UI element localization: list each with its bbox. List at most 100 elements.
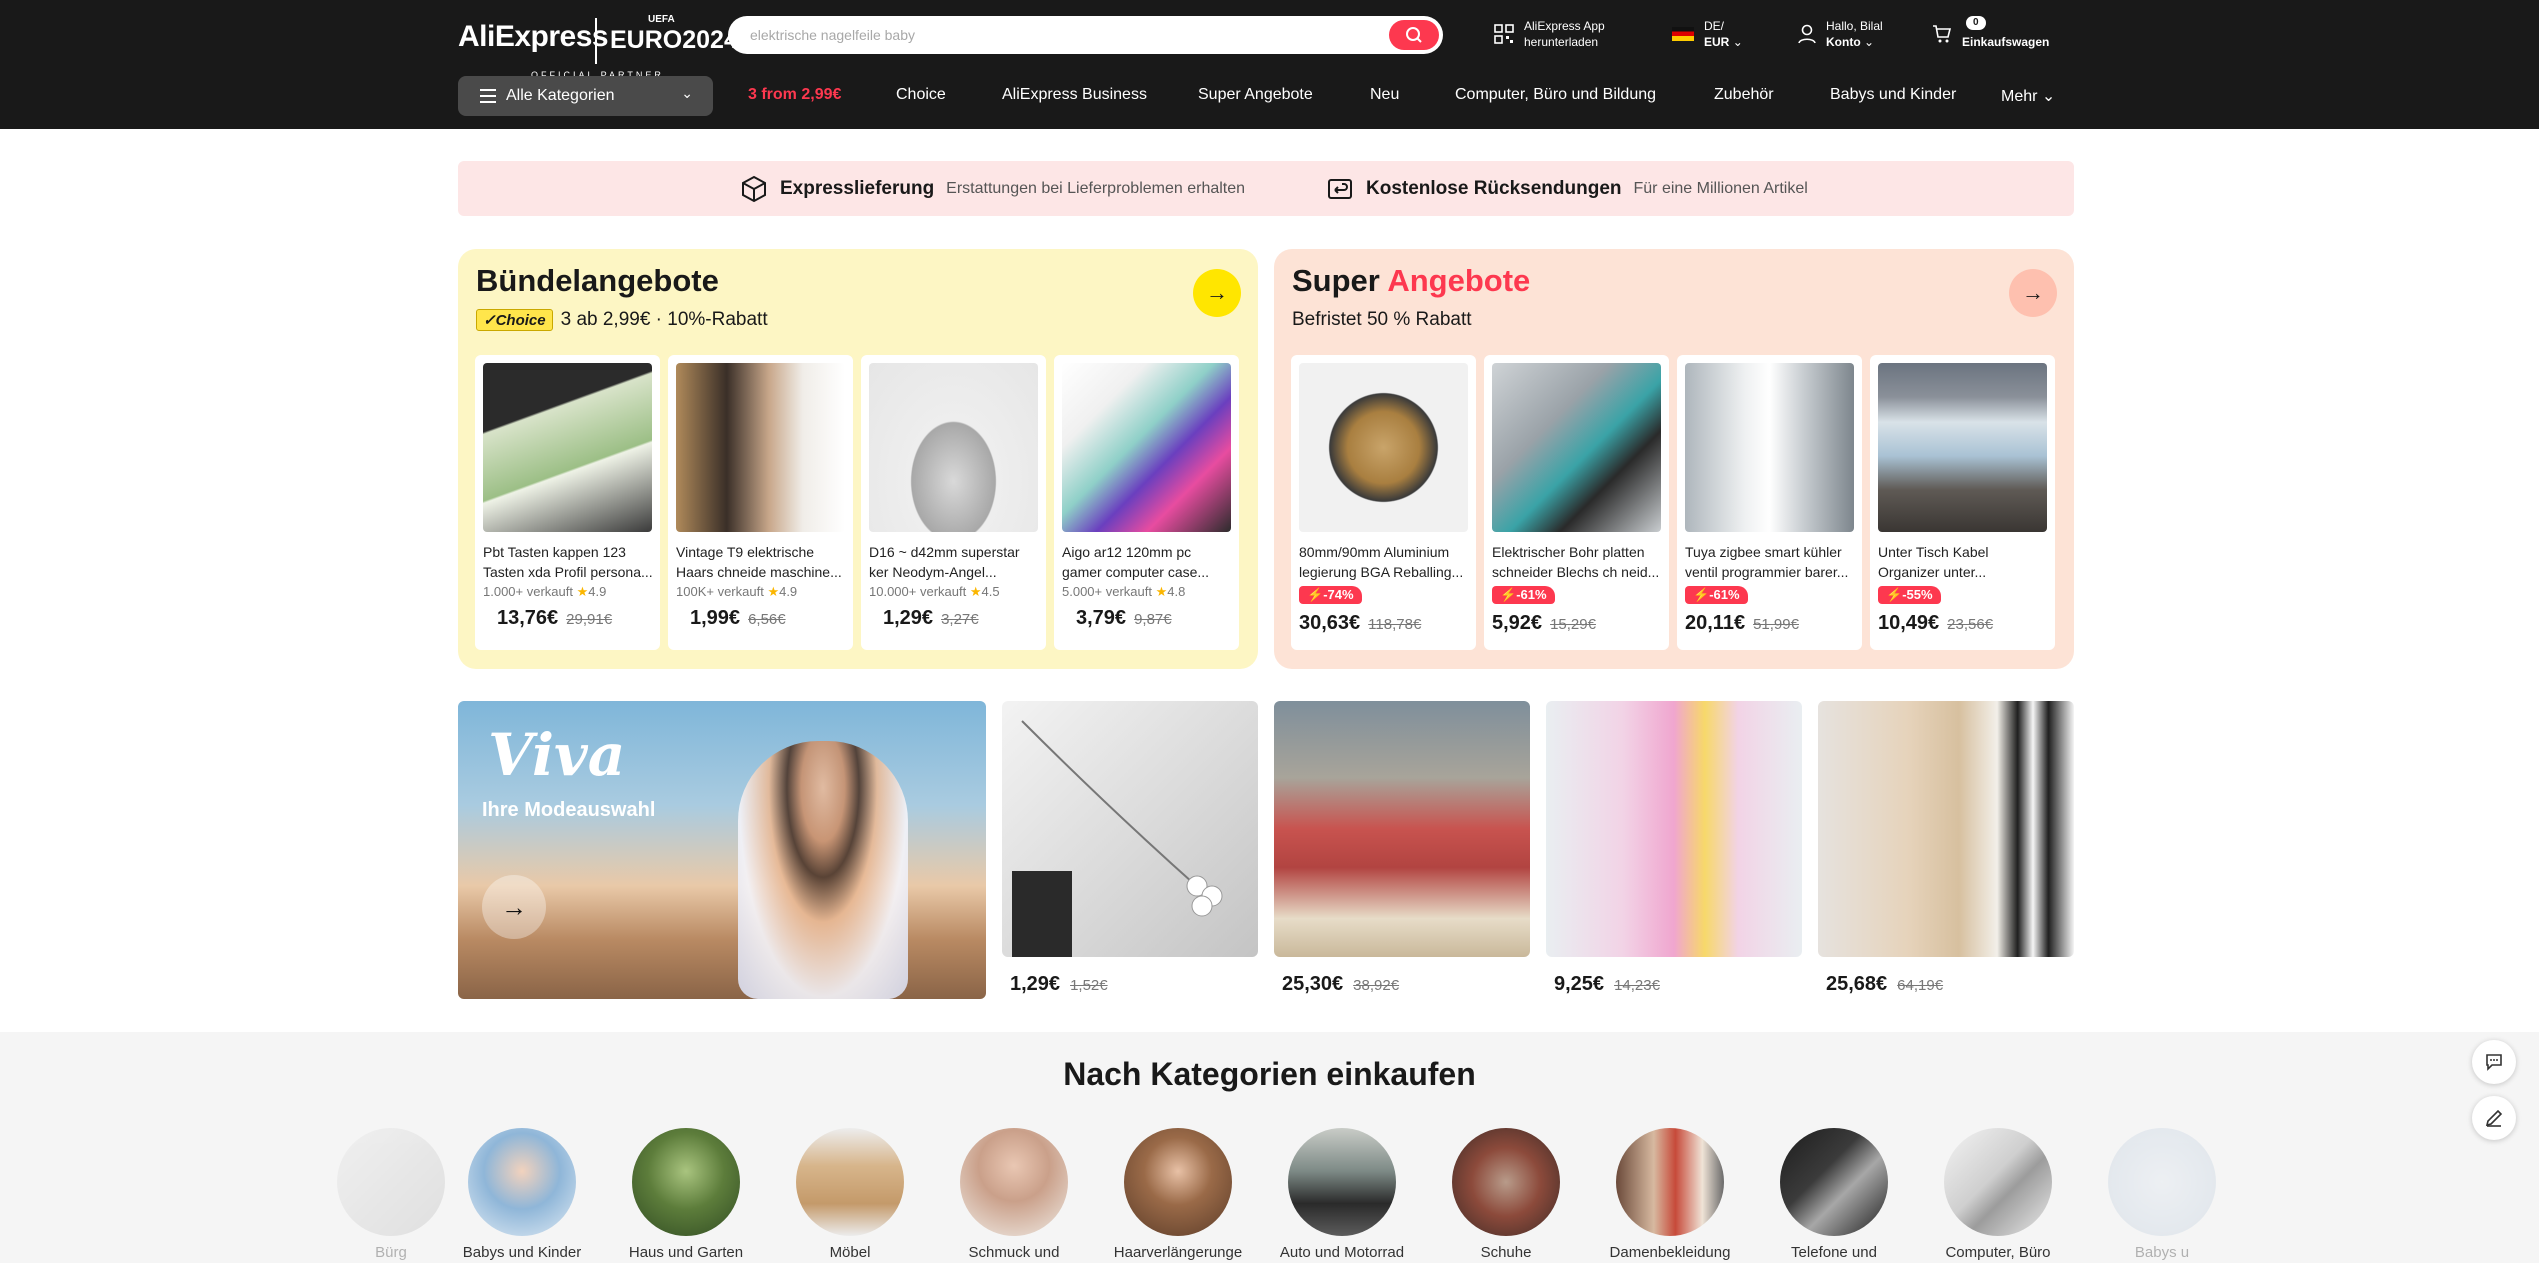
- bundle-product[interactable]: Pbt Tasten kappen 123 Tasten xda Profil …: [475, 355, 660, 650]
- product-image-keycaps: [483, 363, 652, 532]
- discount-value: -55%: [1902, 587, 1933, 602]
- category-image: [960, 1128, 1068, 1236]
- product-name: Aigo ar12 120mm pc gamer computer case..…: [1062, 544, 1210, 580]
- nav-link-babys[interactable]: Babys und Kinder: [1830, 86, 1956, 104]
- category-computer-partial[interactable]: Bürg: [316, 1128, 466, 1261]
- arrow-right-icon: →: [2022, 280, 2044, 305]
- aliexpress-logo[interactable]: AliExpress UEFA EURO2024 OFFICIAL PARTNE…: [458, 14, 738, 80]
- product-meta: 100K+ verkauft ★4.9: [676, 584, 797, 600]
- viva-arrow-button[interactable]: →: [482, 875, 546, 939]
- fashion-item[interactable]: 9,25€ 14,23€: [1546, 701, 1802, 996]
- bundle-arrow-button[interactable]: →: [1193, 269, 1241, 317]
- product-rating: 4.8: [1167, 584, 1186, 599]
- price-now: 25,68€: [1826, 973, 1888, 995]
- uefa-text: UEFA: [648, 14, 675, 25]
- price-now: 1,99€: [676, 605, 740, 633]
- category-schmuck[interactable]: Schmuck und: [939, 1128, 1089, 1261]
- nav-link-choice[interactable]: Choice: [896, 86, 946, 104]
- chat-button[interactable]: [2472, 1040, 2516, 1084]
- app-line2: herunterladen: [1524, 35, 1599, 49]
- service-strip: Expresslieferung Erstattungen bei Liefer…: [458, 161, 2074, 216]
- price-now: 5,92€: [1492, 612, 1543, 634]
- category-damenbekleidung[interactable]: Damenbekleidung: [1595, 1128, 1745, 1261]
- cart-label: Einkaufswagen: [1962, 35, 2050, 49]
- discount-value: -61%: [1516, 587, 1547, 602]
- category-label: Babys u: [2134, 1244, 2190, 1261]
- express-title: Expresslieferung: [780, 178, 935, 199]
- nav-link-super-angebote[interactable]: Super Angebote: [1198, 86, 1313, 104]
- product-rating: 4.5: [981, 584, 1000, 599]
- category-image: [1288, 1128, 1396, 1236]
- fashion-item[interactable]: 1,29€ 1,52€: [1002, 701, 1258, 996]
- category-babys[interactable]: Babys und Kinder: [447, 1128, 597, 1261]
- search-button[interactable]: [1389, 20, 1439, 50]
- discount-badge: ⚡-55%: [1878, 586, 1941, 604]
- price-old: 118,78€: [1368, 616, 1422, 633]
- product-name: Tuya zigbee smart kühler ventil programm…: [1685, 544, 1849, 580]
- category-label: Damenbekleidung: [1609, 1244, 1731, 1261]
- category-haarverlaengerung[interactable]: Haarverlängerunge: [1103, 1128, 1253, 1261]
- edit-icon: [2485, 1109, 2503, 1127]
- price-old: 3,27€: [941, 611, 979, 628]
- account-menu[interactable]: Hallo, Bilal Konto ⌄: [1798, 18, 1883, 50]
- price-now: 30,63€: [1299, 612, 1361, 634]
- all-categories-button[interactable]: Alle Kategorien ⌄: [458, 76, 713, 116]
- product-meta: 10.000+ verkauft ★4.5: [869, 584, 1000, 600]
- search-icon: [1406, 27, 1422, 43]
- item-price: 25,30€ 38,92€: [1274, 973, 1530, 996]
- price-now: 1,29€: [1010, 973, 1061, 995]
- super-product[interactable]: Tuya zigbee smart kühler ventil programm…: [1677, 355, 1862, 650]
- cart-button[interactable]: Einkaufswagen: [1932, 18, 2049, 50]
- nav-link-mehr[interactable]: Mehr ⌄: [2001, 86, 2055, 106]
- category-moebel[interactable]: Möbel: [775, 1128, 925, 1261]
- nav-link-computer[interactable]: Computer, Büro und Bildung: [1455, 86, 1656, 104]
- star-icon: ★: [1155, 584, 1168, 599]
- fashion-item[interactable]: 25,68€ 64,19€: [1818, 701, 2074, 996]
- bundle-product[interactable]: D16 ~ d42mm superstar ker Neodym-Angel..…: [861, 355, 1046, 650]
- nav-link-business[interactable]: AliExpress Business: [1002, 86, 1147, 104]
- discount-value: -74%: [1323, 587, 1354, 602]
- category-image: [1780, 1128, 1888, 1236]
- category-auto-motorrad[interactable]: Auto und Motorrad: [1267, 1128, 1417, 1261]
- super-product[interactable]: Elektrischer Bohr platten schneider Blec…: [1484, 355, 1669, 650]
- super-deals-card[interactable]: Super Angebote Befristet 50 % Rabatt → 8…: [1274, 249, 2074, 669]
- category-haus-garten[interactable]: Haus und Garten: [611, 1128, 761, 1261]
- free-returns[interactable]: Kostenlose Rücksendungen Für eine Millio…: [1326, 175, 1808, 203]
- price-old: 1,52€: [1070, 977, 1108, 994]
- price-now: 25,30€: [1282, 973, 1344, 995]
- category-schuhe[interactable]: Schuhe: [1431, 1128, 1581, 1261]
- banner-model-figure: [738, 741, 908, 999]
- express-delivery[interactable]: Expresslieferung Erstattungen bei Liefer…: [740, 175, 1245, 203]
- returns-title: Kostenlose Rücksendungen: [1366, 178, 1622, 199]
- star-icon: ★: [576, 584, 589, 599]
- price-now: 9,25€: [1554, 973, 1605, 995]
- product-rating: 4.9: [588, 584, 607, 599]
- nav-link-neu[interactable]: Neu: [1370, 86, 1399, 104]
- app-download[interactable]: AliExpress App herunterladen: [1494, 18, 1605, 50]
- price-old: 51,99€: [1753, 616, 1799, 633]
- item-price: 9,25€ 14,23€: [1546, 973, 1802, 996]
- locale-lang: DE/: [1704, 19, 1725, 33]
- locale-selector[interactable]: DE/EUR ⌄: [1672, 18, 1743, 50]
- bundle-product[interactable]: Vintage T9 elektrische Haars chneide mas…: [668, 355, 853, 650]
- product-image-case-fans: [1062, 363, 1231, 532]
- product-image-quilted-jacket: [1274, 701, 1530, 957]
- bundle-product[interactable]: Aigo ar12 120mm pc gamer computer case..…: [1054, 355, 1239, 650]
- super-subtitle: Befristet 50 % Rabatt: [1292, 309, 1472, 330]
- search-input[interactable]: [750, 16, 1350, 54]
- return-icon: [1328, 179, 1352, 199]
- super-arrow-button[interactable]: →: [2009, 269, 2057, 317]
- viva-brand: Viva: [488, 721, 626, 789]
- fashion-item[interactable]: 25,30€ 38,92€: [1274, 701, 1530, 996]
- super-product[interactable]: 80mm/90mm Aluminium legierung BGA Reball…: [1291, 355, 1476, 650]
- star-icon: ★: [969, 584, 982, 599]
- viva-fashion-banner[interactable]: Viva Ihre Modeauswahl →: [458, 701, 986, 999]
- bundle-deals-card[interactable]: Bündelangebote ✓Choice 3 ab 2,99€ · 10%-…: [458, 249, 1258, 669]
- feedback-button[interactable]: [2472, 1096, 2516, 1140]
- category-telefone[interactable]: Telefone und: [1759, 1128, 1909, 1261]
- nav-link-3-from[interactable]: 3 from 2,99€: [748, 86, 841, 104]
- category-babys-partial[interactable]: Babys u: [2087, 1128, 2237, 1261]
- super-product[interactable]: Unter Tisch Kabel Organizer unter... ⚡-5…: [1870, 355, 2055, 650]
- nav-link-zubehoer[interactable]: Zubehör: [1714, 86, 1774, 104]
- category-computer-buero[interactable]: Computer, Büro: [1923, 1128, 2073, 1261]
